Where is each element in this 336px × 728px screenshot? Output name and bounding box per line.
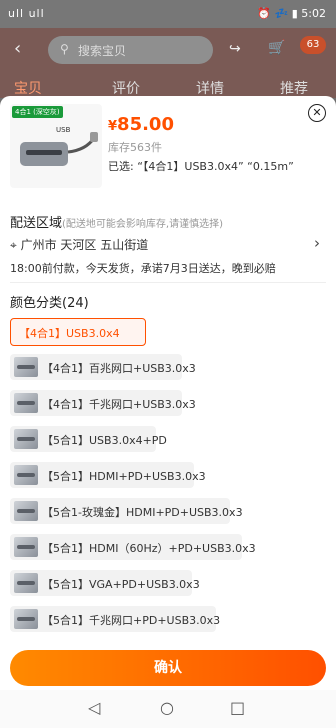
usb-hub-icon	[14, 573, 38, 593]
color-option-label: 【5合1】千兆网口+PD+USB3.0x3	[42, 614, 221, 627]
usb-label: USB	[56, 126, 71, 134]
divider	[10, 282, 326, 283]
tab-item[interactable]: 宝贝	[14, 78, 42, 98]
sku-selection-panel: ✕ 4合1 (深空灰) USB ¥85.00 库存563件 已选: “【4合1】…	[0, 96, 336, 728]
confirm-button[interactable]: 确认	[10, 650, 326, 686]
color-option[interactable]: 【4合1】百兆网口+USB3.0x3	[10, 354, 196, 380]
stock-count: 库存563件	[108, 141, 162, 154]
color-option-label: 【5合1】HDMI+PD+USB3.0x3	[42, 470, 206, 483]
close-icon[interactable]: ✕	[308, 104, 326, 122]
color-section-title: 颜色分类(24)	[10, 296, 89, 311]
color-option[interactable]: 【4合1】千兆网口+USB3.0x3	[10, 390, 196, 416]
status-bar: ull ull ⏰ 💤 ▮ 5:02	[0, 0, 336, 28]
color-option-label: 【5合1】HDMI（60Hz）+PD+USB3.0x3	[42, 542, 256, 555]
currency-symbol: ¥	[108, 119, 118, 134]
hub-port	[26, 150, 62, 155]
location-pin-icon: ⌖	[10, 238, 17, 252]
tab-recommend[interactable]: 推荐	[280, 78, 308, 98]
share-icon[interactable]: ↪	[229, 41, 241, 57]
delivery-title: 配送区域	[10, 216, 63, 231]
color-option-label: 【4合1】百兆网口+USB3.0x3	[42, 362, 196, 375]
product-thumbnail[interactable]: 4合1 (深空灰) USB	[10, 104, 102, 188]
clock: ⏰ 💤 ▮ 5:02	[257, 7, 326, 20]
search-placeholder: 搜索宝贝	[78, 44, 127, 58]
thumbnail-tag: 4合1 (深空灰)	[12, 106, 63, 118]
delivery-address[interactable]: ⌖ 广州市 天河区 五山街道	[10, 236, 148, 253]
back-arrow-icon[interactable]: ‹	[14, 38, 21, 59]
signal-indicator: ull ull	[8, 7, 45, 20]
nav-recents-icon[interactable]: □	[230, 698, 245, 717]
search-icon: ⚲	[60, 42, 69, 56]
cart-badge: 63	[300, 36, 326, 54]
background-tabs: 宝贝 评价 详情 推荐	[0, 74, 336, 98]
usb-hub-icon	[14, 465, 38, 485]
chevron-right-icon[interactable]: ›	[314, 234, 320, 252]
tab-reviews[interactable]: 评价	[112, 78, 140, 98]
usb-hub-icon	[14, 501, 38, 521]
system-navigation-bar: ◁ ○ □	[0, 690, 336, 728]
color-option-label: 【4合1】USB3.0x4	[19, 327, 120, 340]
price: ¥85.00	[108, 114, 174, 135]
hub-connector	[90, 132, 98, 142]
nav-back-icon[interactable]: ◁	[88, 698, 100, 717]
color-option-selected[interactable]: 【4合1】USB3.0x4	[10, 318, 146, 346]
delivery-section-title: 配送区域(配送地可能会影响库存,请谨慎选择)	[10, 212, 223, 231]
selected-spec: 已选: “【4合1】USB3.0x4” “0.15m”	[108, 160, 294, 173]
color-option-label: 【5合1】VGA+PD+USB3.0x3	[42, 578, 200, 591]
color-option[interactable]: 【5合1】USB3.0x4+PD	[10, 426, 167, 452]
confirm-bar: 确认	[0, 646, 336, 690]
color-option[interactable]: 【5合1】HDMI+PD+USB3.0x3	[10, 462, 206, 488]
background-header: ‹ ⚲ 搜索宝贝 ↪ 🛒 63 宝贝 评价 详情 推荐	[0, 28, 336, 98]
color-option[interactable]: 【5合1】千兆网口+PD+USB3.0x3	[10, 606, 220, 632]
color-option[interactable]: 【5合1】VGA+PD+USB3.0x3	[10, 570, 200, 596]
delivery-note: 18:00前付款，今天发货，承诺7月3日送达，晚到必赔	[10, 262, 276, 275]
usb-hub-icon	[14, 393, 38, 413]
delivery-hint: (配送地可能会影响库存,请谨慎选择)	[62, 219, 223, 230]
color-option-label: 【5合1-玫瑰金】HDMI+PD+USB3.0x3	[42, 506, 243, 519]
search-bar[interactable]: ⚲ 搜索宝贝	[48, 36, 213, 64]
address-text: 广州市 天河区 五山街道	[20, 238, 149, 252]
price-value: 85.00	[117, 114, 174, 135]
usb-hub-icon	[14, 609, 38, 629]
usb-hub-icon	[14, 357, 38, 377]
nav-home-icon[interactable]: ○	[160, 698, 174, 717]
color-option[interactable]: 【5合1】HDMI（60Hz）+PD+USB3.0x3	[10, 534, 256, 560]
tab-details[interactable]: 详情	[196, 78, 224, 98]
usb-hub-icon	[14, 429, 38, 449]
color-option-label: 【5合1】USB3.0x4+PD	[42, 434, 167, 447]
cart-icon[interactable]: 🛒	[268, 40, 285, 56]
usb-hub-icon	[14, 537, 38, 557]
color-option[interactable]: 【5合1-玫瑰金】HDMI+PD+USB3.0x3	[10, 498, 243, 524]
color-option-label: 【4合1】千兆网口+USB3.0x3	[42, 398, 196, 411]
